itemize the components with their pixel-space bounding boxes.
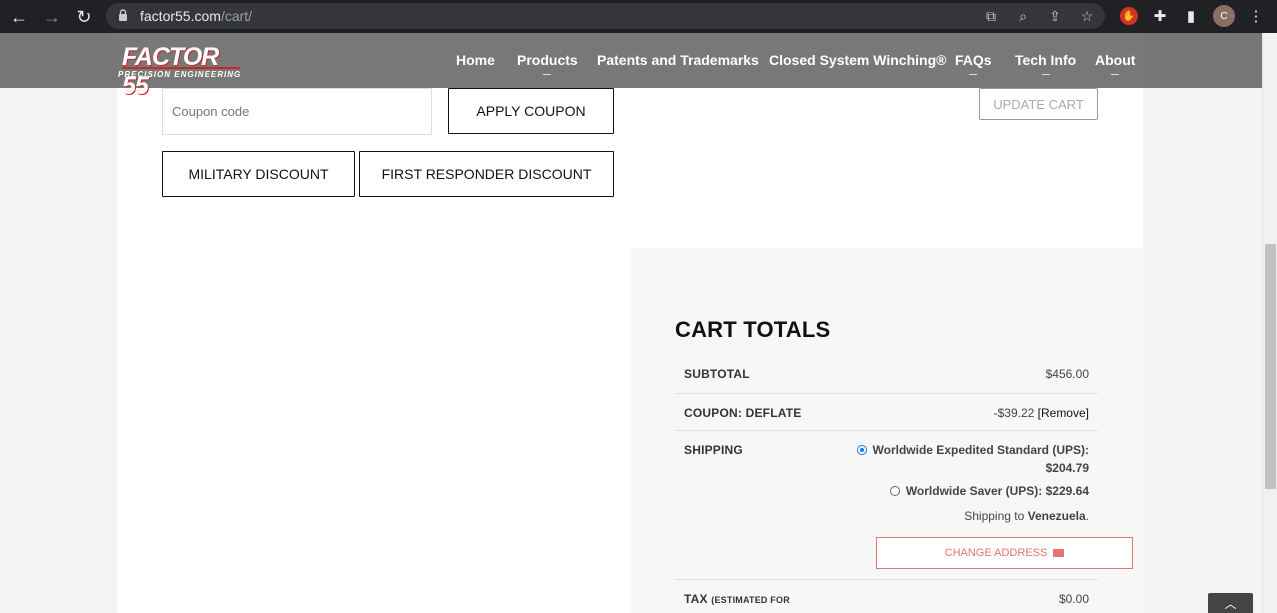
subtotal-label: SUBTOTAL: [684, 367, 750, 381]
nav-about-label: About: [1095, 52, 1136, 68]
nav-closed-system-winching[interactable]: Closed System Winching®: [769, 52, 946, 68]
url-path: /cart/: [220, 8, 253, 24]
shipping-row: SHIPPING Worldwide Expedited Standard (U…: [675, 430, 1133, 579]
page-viewport: FACTOR 55 PRECISION ENGINEERING Home Pro…: [0, 33, 1262, 613]
url-host: factor55.com: [140, 8, 221, 24]
coupon-amount: -$39.22: [993, 406, 1035, 420]
dropdown-indicator: [1111, 74, 1120, 75]
site-header: FACTOR 55 PRECISION ENGINEERING Home Pro…: [0, 33, 1262, 100]
radio-selected-icon[interactable]: [856, 445, 867, 455]
shipping-option-expedited-price: $204.79: [1045, 461, 1089, 475]
extensions-puzzle-icon[interactable]: ✚: [1150, 6, 1170, 26]
shipping-to-prefix: Shipping to: [964, 509, 1025, 523]
shipping-option-expedited-label: Worldwide Expedited Standard (UPS):: [872, 443, 1089, 457]
nav-about[interactable]: About: [1095, 52, 1136, 75]
shipping-option-expedited[interactable]: Worldwide Expedited Standard (UPS):: [856, 443, 1089, 457]
translate-icon[interactable]: ⧉: [982, 7, 1000, 25]
tax-label-text: TAX: [684, 592, 708, 606]
scrollbar-thumb[interactable]: [1265, 244, 1276, 489]
first-responder-discount-button[interactable]: FIRST RESPONDER DISCOUNT: [359, 151, 614, 197]
radio-unselected-icon[interactable]: [889, 486, 900, 496]
truck-icon: [1053, 549, 1065, 557]
shipping-label: SHIPPING: [684, 443, 743, 457]
dropdown-indicator: [543, 74, 552, 75]
shipping-country: Venezuela: [1027, 509, 1086, 523]
logo-stripe: [122, 67, 240, 69]
remove-coupon-link[interactable]: [Remove]: [1038, 406, 1089, 420]
change-address-button[interactable]: CHANGE ADDRESS: [876, 537, 1133, 569]
shipping-option-saver[interactable]: Worldwide Saver (UPS): $229.64: [889, 484, 1089, 498]
dropdown-indicator: [969, 74, 978, 75]
tax-value: $0.00: [1058, 592, 1089, 606]
nav-products-label: Products: [517, 52, 578, 68]
coupon-row: COUPON: DEFLATE -$39.22 [Remove]: [675, 393, 1098, 430]
zoom-icon[interactable]: ⌕: [1014, 7, 1032, 25]
share-icon[interactable]: ⇪: [1046, 7, 1064, 25]
shipping-destination: Shipping to Venezuela.: [964, 509, 1089, 523]
coupon-value: -$39.22 [Remove]: [994, 406, 1089, 420]
apply-coupon-button[interactable]: APPLY COUPON: [448, 88, 614, 134]
dropdown-indicator: [1041, 74, 1050, 75]
cart-totals-panel: CART TOTALS SUBTOTAL $456.00 COUPON: DEF…: [631, 248, 1143, 613]
nav-faqs[interactable]: FAQs: [955, 52, 992, 75]
back-icon[interactable]: ←: [8, 6, 30, 28]
nav-faqs-label: FAQs: [955, 52, 992, 68]
forward-icon[interactable]: →: [41, 6, 63, 28]
coupon-label: COUPON: DEFLATE: [684, 406, 802, 420]
extension-hand-icon[interactable]: ✋: [1120, 7, 1138, 25]
scroll-to-top-icon[interactable]: ︿: [1208, 593, 1253, 613]
logo-tagline: PRECISION ENGINEERING: [118, 70, 242, 79]
subtotal-value: $456.00: [1045, 367, 1089, 381]
nav-tech-info[interactable]: Tech Info: [1015, 52, 1077, 75]
nav-home[interactable]: Home: [456, 52, 495, 68]
lock-icon: [119, 9, 127, 21]
change-address-label: CHANGE ADDRESS: [944, 547, 1048, 559]
tax-row: TAX (ESTIMATED FOR $0.00: [675, 579, 1098, 613]
shipping-option-saver-label: Worldwide Saver (UPS): $229.64: [905, 484, 1089, 498]
cart-totals-title: CART TOTALS: [675, 317, 831, 342]
nav-tech-info-label: Tech Info: [1015, 52, 1077, 68]
reload-icon[interactable]: ↻: [73, 6, 95, 28]
profile-avatar[interactable]: C: [1213, 5, 1235, 27]
military-discount-button[interactable]: MILITARY DISCOUNT: [162, 151, 355, 197]
subtotal-row: SUBTOTAL $456.00: [675, 355, 1098, 393]
tax-note: (ESTIMATED FOR: [711, 595, 790, 605]
side-panel-icon[interactable]: ▮: [1181, 6, 1201, 26]
page-scrollbar[interactable]: [1262, 33, 1277, 613]
site-logo[interactable]: FACTOR 55 PRECISION ENGINEERING: [117, 43, 247, 100]
nav-patents[interactable]: Patents and Trademarks: [597, 52, 759, 68]
browser-toolbar: ← → ↻ factor55.com/cart/ ⧉ ⌕ ⇪ ☆ ✋ ✚ ▮ C…: [0, 0, 1277, 33]
nav-products[interactable]: Products: [517, 52, 578, 75]
tax-label: TAX (ESTIMATED FOR: [684, 592, 790, 606]
bookmark-star-icon[interactable]: ☆: [1078, 7, 1096, 25]
update-cart-button[interactable]: UPDATE CART: [979, 88, 1098, 120]
menu-kebab-icon[interactable]: ⋮: [1246, 6, 1266, 26]
address-bar[interactable]: factor55.com/cart/ ⧉ ⌕ ⇪ ☆: [106, 3, 1105, 29]
url-text: factor55.com/cart/: [140, 8, 252, 24]
